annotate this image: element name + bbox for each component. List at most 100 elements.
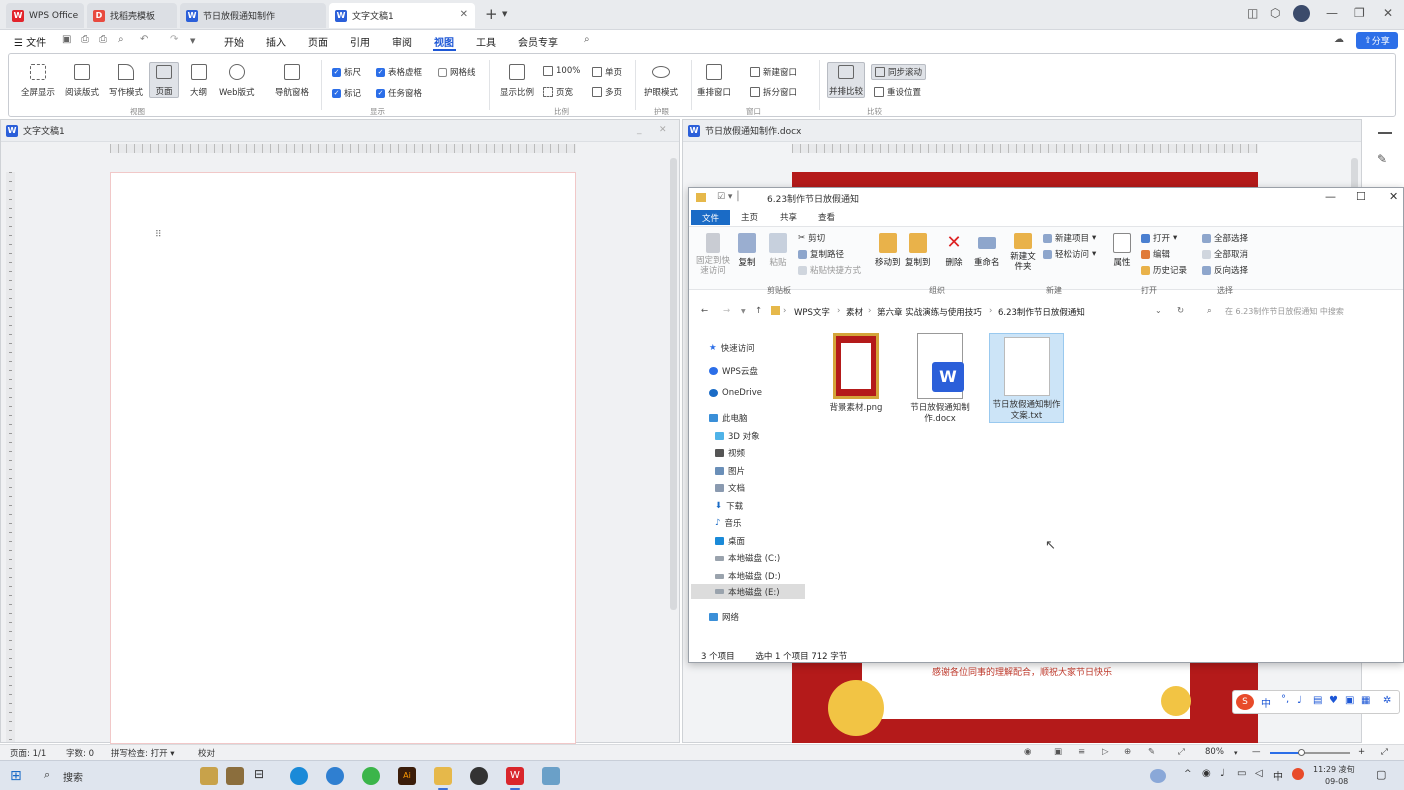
microphone-icon[interactable]: ♩	[1220, 768, 1225, 779]
windows-start-icon[interactable]: ⊞	[10, 768, 22, 784]
edge-browser-icon[interactable]	[290, 767, 308, 785]
nav-pane-button[interactable]: 导航窗格	[275, 64, 309, 98]
page-width-button[interactable]: 页宽	[543, 86, 573, 98]
nav-drive-e[interactable]: 本地磁盘 (E:)	[691, 584, 805, 599]
eye-protection-icon[interactable]: ◉	[1024, 747, 1031, 757]
eye-protection-button[interactable]: 护眼模式	[644, 64, 678, 98]
file-item-txt[interactable]: 节日放假通知制作文案.txt	[989, 333, 1064, 423]
more-chevron-icon[interactable]: ▼	[190, 37, 195, 45]
ime-toolbar[interactable]: S 中 °, ♩ ▤ ♥ ▣ ▦ ✲	[1232, 690, 1400, 714]
explorer-tab-view[interactable]: 查看	[818, 211, 835, 223]
side-by-side-button[interactable]: 并排比较	[827, 62, 865, 98]
select-all-button[interactable]: 全部选择	[1202, 232, 1248, 244]
fit-page-icon[interactable]: ⤢	[1178, 747, 1185, 757]
nav-quick-access[interactable]: ★ 快速访问	[709, 342, 755, 354]
share-button[interactable]: ⇪ 分享	[1356, 32, 1398, 49]
menu-references[interactable]: 引用	[350, 34, 370, 49]
nav-documents[interactable]: 文档	[715, 482, 745, 494]
gridlines-checkbox[interactable]: 网格线	[438, 66, 476, 78]
task-pane-icon[interactable]	[1378, 132, 1392, 134]
taskbar-app-icon[interactable]	[226, 767, 244, 785]
pin-quick-access-button[interactable]: 固定到快速访问	[696, 233, 730, 276]
forward-arrow-icon[interactable]: →	[723, 306, 730, 316]
close-icon[interactable]: ✕	[1389, 190, 1398, 203]
explorer-tab-file[interactable]: 文件	[691, 210, 730, 225]
sync-scroll-button[interactable]: 同步滚动	[871, 64, 927, 80]
page-view-icon[interactable]: ▣	[1054, 747, 1062, 757]
spell-check-status[interactable]: 拼写检查: 打开 ▾	[111, 747, 175, 759]
menu-review[interactable]: 审阅	[392, 34, 412, 49]
history-button[interactable]: 历史记录	[1141, 264, 1187, 276]
restore-icon[interactable]: ❐	[1354, 6, 1365, 20]
settings-icon[interactable]: ✲	[1383, 695, 1391, 706]
nav-videos[interactable]: 视频	[715, 447, 745, 459]
illustrator-icon[interactable]: Ai	[398, 767, 416, 785]
avatar[interactable]	[1293, 5, 1310, 22]
reset-position-button[interactable]: 重设位置	[874, 86, 921, 98]
nav-wps-cloud[interactable]: WPS云盘	[709, 365, 758, 377]
menu-file[interactable]: ☰ 文件	[14, 34, 46, 49]
properties-button[interactable]: 属性	[1113, 233, 1131, 268]
fullscreen-icon[interactable]: ⤢	[1381, 747, 1388, 757]
shirt-icon[interactable]: ♥	[1329, 695, 1338, 706]
new-tab-icon[interactable]: +	[485, 5, 498, 23]
apps-icon[interactable]: ▦	[1361, 695, 1370, 706]
zoom-in-icon[interactable]: +	[1358, 747, 1365, 757]
cut-button[interactable]: ✂ 剪切	[798, 232, 825, 244]
restore-icon[interactable]: ☐	[1356, 190, 1366, 203]
nav-drive-c[interactable]: 本地磁盘 (C:)	[715, 552, 780, 564]
print-icon[interactable]: ⎙	[99, 34, 107, 45]
word-count[interactable]: 字数: 0	[66, 747, 94, 759]
writing-mode-button[interactable]: 写作模式	[109, 64, 143, 98]
paste-button[interactable]: 粘贴	[769, 233, 787, 268]
edit-button[interactable]: 编辑	[1141, 248, 1170, 260]
redo-icon[interactable]: ↷	[170, 34, 178, 45]
multi-page-button[interactable]: 多页	[592, 86, 622, 98]
split-window-button[interactable]: 拆分窗口	[750, 86, 797, 98]
close-icon[interactable]: ✕	[460, 9, 468, 20]
address-dropdown-icon[interactable]: ⌄	[1155, 306, 1162, 315]
single-page-button[interactable]: 单页	[592, 66, 622, 78]
breadcrumb-item[interactable]: WPS文字	[794, 306, 830, 318]
ime-mode[interactable]: 中	[1261, 695, 1271, 710]
explorer-tab-home[interactable]: 主页	[741, 211, 758, 223]
nav-network[interactable]: 网络	[709, 611, 739, 623]
nav-3d-objects[interactable]: 3D 对象	[715, 430, 760, 442]
paste-shortcut-button[interactable]: 粘贴快捷方式	[798, 264, 861, 276]
tray-app-icon[interactable]: ◉	[1202, 768, 1211, 779]
task-view-icon[interactable]: ⊟	[254, 767, 272, 785]
weather-icon[interactable]	[1150, 769, 1166, 783]
zoom-ratio-button[interactable]: 显示比例	[500, 64, 534, 98]
easy-access-button[interactable]: 轻松访问 ▾	[1043, 248, 1096, 260]
save-icon[interactable]: ▣	[62, 34, 71, 45]
breadcrumb-item[interactable]: 6.23制作节日放假通知	[998, 306, 1085, 318]
nav-downloads[interactable]: ⬇ 下载	[715, 500, 743, 512]
up-arrow-icon[interactable]: ↑	[755, 306, 762, 316]
delete-button[interactable]: ✕ 删除	[945, 233, 963, 269]
rename-button[interactable]: 重命名	[974, 233, 1000, 268]
horizontal-ruler[interactable]	[110, 144, 576, 153]
input-method-indicator[interactable]: 中	[1273, 768, 1283, 783]
minimize-icon[interactable]: —	[1326, 6, 1338, 20]
minimize-icon[interactable]: —	[1325, 190, 1336, 203]
media-player-icon[interactable]	[470, 767, 488, 785]
zoom-out-icon[interactable]: —	[1252, 747, 1261, 757]
tray-chevron-icon[interactable]: ^	[1184, 769, 1192, 779]
chevron-down-icon[interactable]: ▼	[502, 10, 507, 18]
table-grid-checkbox[interactable]: ✓ 表格虚框	[376, 66, 422, 78]
select-none-button[interactable]: 全部取消	[1202, 248, 1248, 260]
menu-home[interactable]: 开始	[224, 34, 244, 49]
close-icon[interactable]: ✕	[659, 125, 667, 135]
invert-selection-button[interactable]: 反向选择	[1202, 264, 1248, 276]
layout-icon[interactable]: ◫	[1247, 6, 1258, 20]
left-scrollbar[interactable]	[670, 158, 677, 610]
keyboard-icon[interactable]: ▤	[1313, 695, 1322, 706]
nav-onedrive[interactable]: OneDrive	[709, 388, 762, 398]
tab-docer[interactable]: D 找稻壳模板	[87, 3, 177, 28]
page-count[interactable]: 页面: 1/1	[10, 747, 46, 759]
copy-to-button[interactable]: 复制到	[905, 233, 931, 268]
nav-music[interactable]: ♪ 音乐	[715, 517, 741, 529]
right-horizontal-ruler[interactable]	[792, 144, 1258, 153]
reading-mode-button[interactable]: 阅读版式	[65, 64, 99, 98]
zoom-100-button[interactable]: 100%	[543, 66, 580, 76]
